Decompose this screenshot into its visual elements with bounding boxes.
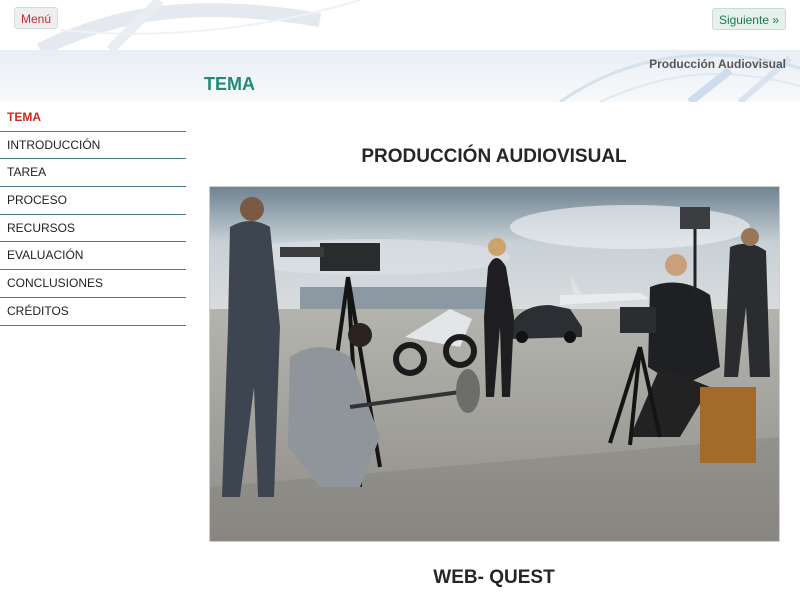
top-bar: Menú Siguiente »: [0, 0, 800, 50]
sidebar-item-tarea[interactable]: TAREA: [0, 159, 186, 188]
header-swoosh-decoration: [36, 0, 361, 50]
main-content: PRODUCCIÓN AUDIOVISUAL WEB- QUEST: [190, 102, 800, 600]
sidebar-item-tema[interactable]: TEMA: [0, 104, 186, 132]
sidebar-item-recursos[interactable]: RECURSOS: [0, 215, 186, 243]
subject-title: Producción Audiovisual: [649, 57, 786, 71]
header-band: Producción Audiovisual TEMA: [0, 50, 800, 102]
webquest-title: WEB- QUEST: [433, 567, 555, 588]
menu-button[interactable]: Menú: [14, 7, 59, 29]
section-title: TEMA: [204, 74, 255, 94]
sidebar-item-creditos[interactable]: CRÉDITOS: [0, 298, 186, 326]
sidebar-item-evaluacion[interactable]: EVALUACIÓN: [0, 242, 186, 271]
page-heading: PRODUCCIÓN AUDIOVISUAL: [361, 146, 627, 167]
sidebar-item-proceso[interactable]: PROCESO: [0, 187, 186, 215]
sidebar-item-conclusiones[interactable]: CONCLUSIONES: [0, 270, 186, 298]
sidebar-nav: TEMA INTRODUCCIÓN TAREA PROCESO RECURSOS…: [0, 104, 186, 326]
next-button[interactable]: Siguiente »: [711, 8, 786, 30]
sidebar-item-introduccion[interactable]: INTRODUCCIÓN: [0, 132, 186, 160]
hero-image: [209, 186, 780, 542]
